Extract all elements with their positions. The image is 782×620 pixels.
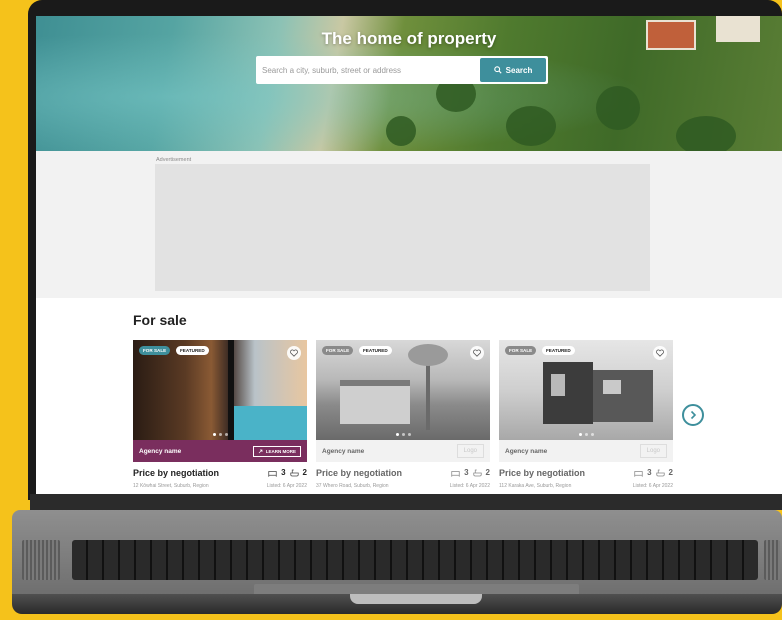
search-button[interactable]: Search [480,58,546,82]
agency-bar: Agency name Logo [316,440,490,462]
bath-count: 2 [302,468,307,477]
hero-title: The home of property [321,29,497,48]
save-favorite-button[interactable] [653,346,667,360]
lid-notch [350,594,482,604]
carousel-next-button[interactable] [682,404,704,426]
heart-icon [290,349,298,357]
for-sale-badge: FOR SALE [505,346,537,355]
agency-bar: Agency name Logo [499,440,673,462]
bed-count: 3 [647,468,652,477]
external-link-icon [258,449,263,453]
listing-features: 3 2 [268,468,307,477]
listing-card[interactable]: FOR SALE FEATURED Agency name LEARN MORE… [133,340,307,494]
browser-screen: The home of property Search Advertisemen… [36,16,782,494]
listing-features: 3 2 [634,468,673,477]
hinge [30,494,782,510]
chevron-right-icon [690,410,697,420]
listing-address: 37 Whero Road, Suburb, Region [316,483,389,489]
bed-count: 3 [281,468,286,477]
search-bar: Search [256,56,548,84]
listing-card[interactable]: FOR SALE FEATURED Agency name Logo Price… [316,340,490,494]
listing-features: 3 2 [451,468,490,477]
listing-address: 112 Karaka Ave, Suburb, Region [499,483,572,489]
search-input[interactable] [256,56,478,84]
for-sale-section: For sale FOR SALE FEATURED Agency name L… [36,298,782,494]
save-favorite-button[interactable] [287,346,301,360]
for-sale-badge: FOR SALE [322,346,354,355]
laptop-front-edge [12,594,782,614]
bath-count: 2 [668,468,673,477]
laptop-base [0,494,782,620]
save-favorite-button[interactable] [470,346,484,360]
speaker-grille-right [764,540,780,580]
learn-more-label: LEARN MORE [265,448,296,454]
photo-carousel-dots [133,433,307,436]
bed-icon [451,470,460,477]
search-icon [493,66,502,74]
heart-icon [473,349,481,357]
listing-price: Price by negotiation [316,468,403,478]
keyboard-deck [12,510,782,612]
ad-placeholder[interactable] [155,164,650,291]
speaker-grille-left [22,540,60,580]
bath-icon [655,469,665,476]
listing-price: Price by negotiation [499,468,586,478]
for-sale-badge: FOR SALE [139,346,171,355]
agency-name: Agency name [139,447,182,455]
agency-bar: Agency name LEARN MORE [133,440,307,462]
featured-badge: FEATURED [542,346,575,355]
section-title: For sale [133,312,187,328]
listing-date: Listed: 6 Apr 2022 [632,483,673,489]
bath-icon [289,469,299,476]
photo-carousel-dots [316,433,490,436]
bath-icon [472,469,482,476]
hero-banner: The home of property Search [36,16,782,151]
advertisement-section: Advertisement [36,151,782,298]
listing-price: Price by negotiation [133,468,220,478]
listing-photo[interactable]: FOR SALE FEATURED [499,340,673,440]
listing-address: 12 Kōwhai Street, Suburb, Region [133,483,209,489]
agency-logo: Logo [456,444,484,458]
agency-name: Agency name [505,447,548,455]
heart-icon [656,349,664,357]
bath-count: 2 [485,468,490,477]
search-button-label: Search [505,65,533,75]
ad-label: Advertisement [156,157,192,163]
featured-badge: FEATURED [176,346,209,355]
keyboard [72,540,758,580]
bed-count: 3 [464,468,469,477]
listing-card[interactable]: FOR SALE FEATURED Agency name Logo Price… [499,340,673,494]
learn-more-button[interactable]: LEARN MORE [252,445,301,457]
listing-photo[interactable]: FOR SALE FEATURED [133,340,307,440]
bed-icon [634,470,643,477]
featured-badge: FEATURED [359,346,392,355]
listing-date: Listed: 6 Apr 2022 [449,483,490,489]
bed-icon [268,470,277,477]
listing-photo[interactable]: FOR SALE FEATURED [316,340,490,440]
agency-name: Agency name [322,447,365,455]
listing-date: Listed: 6 Apr 2022 [266,483,307,489]
agency-logo: Logo [639,444,667,458]
photo-carousel-dots [499,433,673,436]
